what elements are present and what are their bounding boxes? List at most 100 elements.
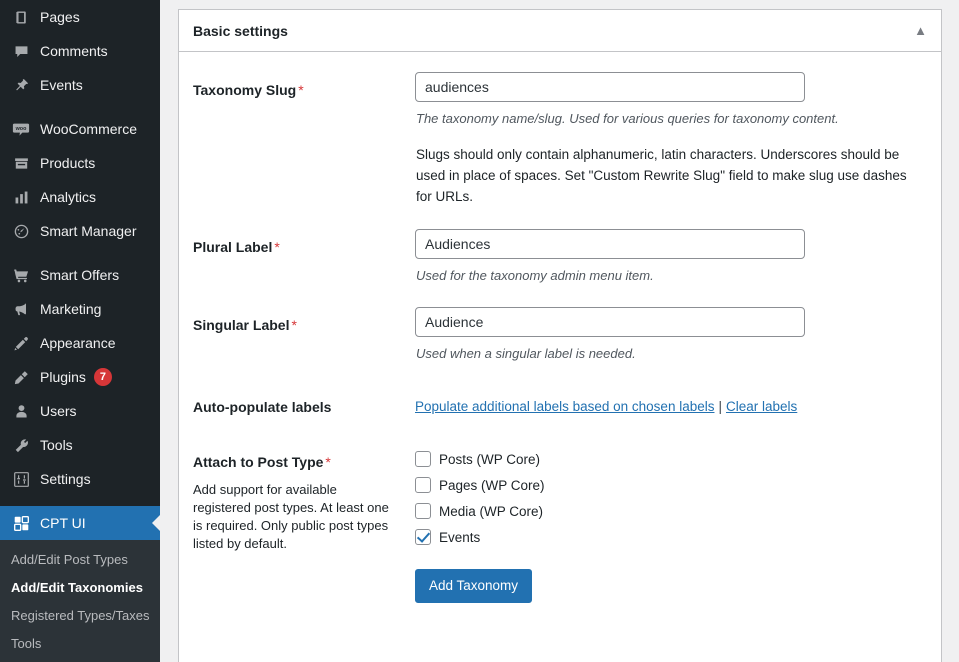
singular-label-label: Singular Label* (193, 307, 415, 334)
sidebar-item-pages[interactable]: Pages (0, 0, 160, 34)
attach-post-type-description: Add support for available registered pos… (193, 481, 389, 553)
required-marker: * (325, 454, 330, 470)
post-type-checkbox-item[interactable]: Events (415, 529, 919, 545)
post-type-checkbox-item[interactable]: Posts (WP Core) (415, 451, 919, 467)
post-type-checkbox-list: Posts (WP Core) Pages (WP Core) Media (WP … (415, 444, 919, 545)
admin-sidebar: Pages Comments Events woo WooCommerce Product… (0, 0, 160, 662)
sidebar-item-cpt-ui[interactable]: CPT UI (0, 506, 160, 540)
field-row-taxonomy-slug: Taxonomy Slug* The taxonomy name/slug. U… (193, 72, 927, 207)
checkbox-unchecked-icon[interactable] (415, 451, 431, 467)
sidebar-item-label: Comments (40, 43, 108, 59)
user-icon (11, 401, 31, 421)
pin-icon (11, 75, 31, 95)
sidebar-item-label: Analytics (40, 189, 96, 205)
auto-populate-links: Populate additional labels based on chos… (415, 389, 927, 416)
main-content: Basic settings ▲ Taxonomy Slug* The taxo… (160, 0, 959, 662)
sidebar-item-label: Settings (40, 471, 91, 487)
sidebar-item-label: CPT UI (40, 515, 86, 531)
sidebar-item-smart-manager[interactable]: Smart Manager (0, 214, 160, 248)
checkbox-unchecked-icon[interactable] (415, 477, 431, 493)
clear-labels-link[interactable]: Clear labels (726, 399, 797, 414)
sidebar-item-label: Plugins (40, 369, 86, 385)
auto-populate-label: Auto-populate labels (193, 389, 415, 416)
gauge-icon (11, 221, 31, 241)
attach-post-type-options-wrap: Posts (WP Core) Pages (WP Core) Media (WP … (415, 444, 927, 603)
sidebar-item-products[interactable]: Products (0, 146, 160, 180)
sidebar-item-label: Pages (40, 9, 80, 25)
taxonomy-slug-label: Taxonomy Slug* (193, 72, 415, 99)
sidebar-item-label: Events (40, 77, 83, 93)
post-type-checkbox-label: Media (WP Core) (439, 504, 543, 519)
sidebar-item-plugins[interactable]: Plugins 7 (0, 360, 160, 394)
wrench-icon (11, 435, 31, 455)
plural-label-help: Used for the taxonomy admin menu item. (416, 267, 919, 285)
sidebar-item-events[interactable]: Events (0, 68, 160, 102)
products-icon (11, 153, 31, 173)
singular-label-input[interactable] (415, 307, 805, 337)
checkbox-unchecked-icon[interactable] (415, 503, 431, 519)
attach-post-type-label: Attach to Post Type* Add support for ava… (193, 444, 415, 553)
plugins-update-badge: 7 (94, 368, 112, 386)
required-marker: * (298, 82, 303, 98)
link-separator: | (718, 399, 722, 414)
sidebar-item-comments[interactable]: Comments (0, 34, 160, 68)
field-row-auto-populate: Auto-populate labels Populate additional… (193, 389, 927, 416)
chevron-up-icon[interactable]: ▲ (914, 24, 927, 37)
required-marker: * (291, 317, 296, 333)
taxonomy-slug-field-wrap: The taxonomy name/slug. Used for various… (415, 72, 927, 207)
sidebar-item-label: Appearance (40, 335, 116, 351)
submenu-item-tools[interactable]: Tools (0, 630, 160, 658)
required-marker: * (274, 239, 279, 255)
plural-label-label-text: Plural Label (193, 239, 272, 255)
plural-label-input[interactable] (415, 229, 805, 259)
sidebar-item-marketing[interactable]: Marketing (0, 292, 160, 326)
plural-label-label: Plural Label* (193, 229, 415, 256)
field-row-attach-post-type: Attach to Post Type* Add support for ava… (193, 444, 927, 603)
panel-header: Basic settings ▲ (179, 10, 941, 52)
megaphone-icon (11, 299, 31, 319)
sidebar-item-tools[interactable]: Tools (0, 428, 160, 462)
taxonomy-slug-label-text: Taxonomy Slug (193, 82, 296, 98)
sidebar-menu-list: Pages Comments Events woo WooCommerce Product… (0, 0, 160, 540)
singular-label-help: Used when a singular label is needed. (416, 345, 919, 363)
singular-label-field-wrap: Used when a singular label is needed. (415, 307, 927, 363)
populate-labels-link[interactable]: Populate additional labels based on chos… (415, 399, 714, 414)
sidebar-item-analytics[interactable]: Analytics (0, 180, 160, 214)
field-row-singular-label: Singular Label* Used when a singular lab… (193, 307, 927, 363)
sidebar-item-label: Users (40, 403, 77, 419)
checkbox-checked-icon[interactable] (415, 529, 431, 545)
submenu-item-add-edit-taxonomies[interactable]: Add/Edit Taxonomies (0, 574, 160, 602)
add-taxonomy-button[interactable]: Add Taxonomy (415, 569, 532, 603)
singular-label-label-text: Singular Label (193, 317, 289, 333)
sidebar-item-users[interactable]: Users (0, 394, 160, 428)
post-type-checkbox-item[interactable]: Pages (WP Core) (415, 477, 919, 493)
sliders-icon (11, 469, 31, 489)
sidebar-item-appearance[interactable]: Appearance (0, 326, 160, 360)
attach-post-type-label-text: Attach to Post Type (193, 454, 323, 470)
sidebar-item-woocommerce[interactable]: woo WooCommerce (0, 112, 160, 146)
svg-text:woo: woo (15, 126, 27, 132)
sidebar-item-label: WooCommerce (40, 121, 137, 137)
comments-icon (11, 41, 31, 61)
post-type-checkbox-item[interactable]: Media (WP Core) (415, 503, 919, 519)
cpt-ui-icon (11, 513, 31, 533)
basic-settings-panel: Basic settings ▲ Taxonomy Slug* The taxo… (178, 9, 942, 662)
post-type-checkbox-label: Events (439, 530, 480, 545)
plural-label-field-wrap: Used for the taxonomy admin menu item. (415, 229, 927, 285)
sidebar-submenu-cpt-ui: Add/Edit Post TypesAdd/Edit TaxonomiesRe… (0, 540, 160, 662)
submenu-item-registered-types-taxes[interactable]: Registered Types/Taxes (0, 602, 160, 630)
submenu-item-add-edit-post-types[interactable]: Add/Edit Post Types (0, 546, 160, 574)
sidebar-item-label: Products (40, 155, 95, 171)
plug-icon (11, 367, 31, 387)
brush-icon (11, 333, 31, 353)
taxonomy-slug-input[interactable] (415, 72, 805, 102)
taxonomy-slug-note: Slugs should only contain alphanumeric, … (416, 144, 916, 207)
sidebar-item-smart-offers[interactable]: Smart Offers (0, 258, 160, 292)
sidebar-item-settings[interactable]: Settings (0, 462, 160, 496)
post-type-checkbox-label: Pages (WP Core) (439, 478, 545, 493)
sidebar-item-label: Smart Manager (40, 223, 136, 239)
admin-screen: Pages Comments Events woo WooCommerce Product… (0, 0, 959, 662)
taxonomy-slug-help: The taxonomy name/slug. Used for various… (416, 110, 919, 128)
panel-body: Taxonomy Slug* The taxonomy name/slug. U… (179, 52, 941, 634)
cart-icon (11, 265, 31, 285)
